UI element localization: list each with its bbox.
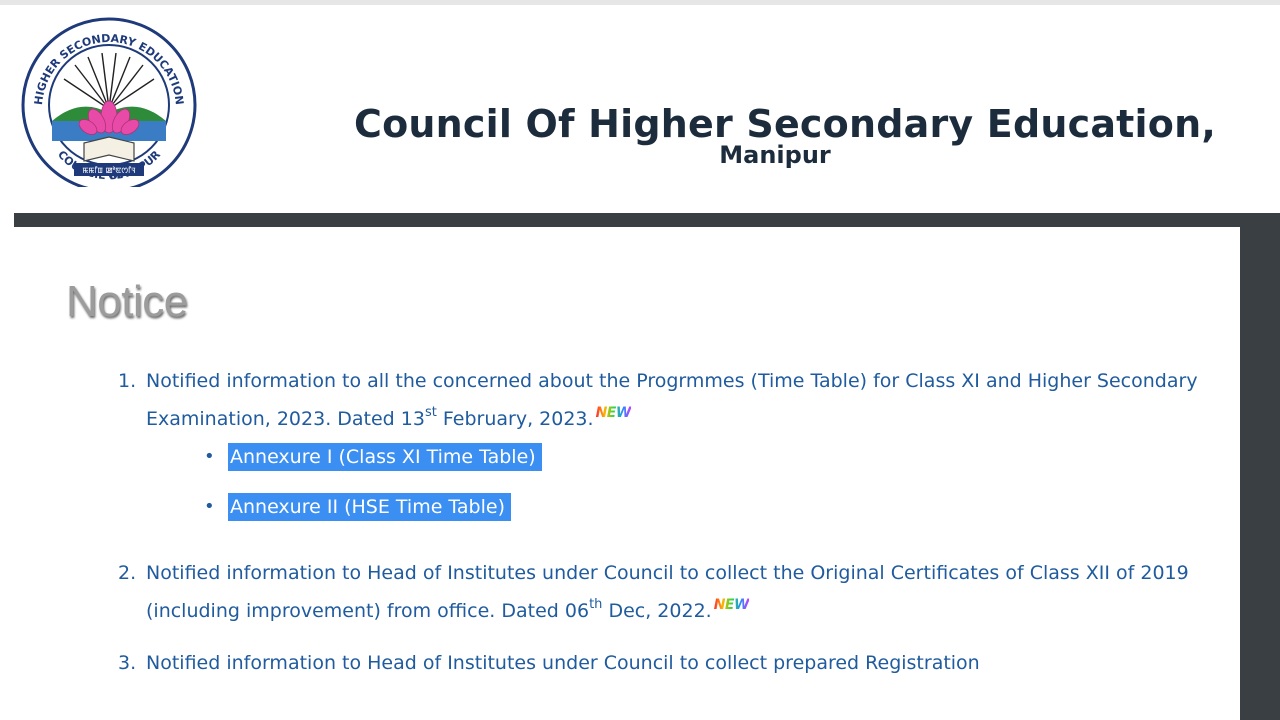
list-spacer bbox=[118, 632, 1198, 644]
notice-panel: Notice 1. Notified information to all th… bbox=[14, 227, 1240, 720]
notice-heading: Notice bbox=[66, 277, 188, 326]
site-title: Council Of Higher Secondary Education, bbox=[354, 102, 1216, 146]
notice-item-1: 1. Notified information to all the conce… bbox=[118, 362, 1198, 554]
item-number: 1. bbox=[118, 370, 137, 392]
date-suffix: th bbox=[589, 596, 603, 612]
council-logo[interactable]: HIGHER SECONDARY EDUCATION COUNCIL OF MA… bbox=[20, 17, 198, 187]
notice-item-2: 2. Notified information to Head of Insti… bbox=[118, 554, 1198, 632]
new-badge-icon: NEW bbox=[713, 597, 750, 613]
annexure-1-link[interactable]: Annexure I (Class XI Time Table) bbox=[228, 443, 542, 471]
header-divider-bar bbox=[14, 213, 1280, 227]
annexure-item: Annexure II (HSE Time Table) bbox=[204, 490, 1198, 524]
new-badge-icon: NEW bbox=[595, 405, 632, 421]
annexure-item: Annexure I (Class XI Time Table) bbox=[204, 440, 1198, 474]
logo-banner-text: ꯃꯃꯤꯡ ꯀꯣꯟꯁꯤꯜ bbox=[82, 166, 136, 175]
notice-list: 1. Notified information to all the conce… bbox=[118, 362, 1198, 682]
notice-link-timetable[interactable]: Notified information to all the concerne… bbox=[146, 370, 1198, 430]
item-number: 3. bbox=[118, 652, 137, 674]
site-header: HIGHER SECONDARY EDUCATION COUNCIL OF MA… bbox=[0, 5, 1280, 213]
notice-item-3: 3. Notified information to Head of Insti… bbox=[118, 644, 1198, 682]
notice-link-registration[interactable]: Notified information to Head of Institut… bbox=[146, 652, 980, 674]
date-suffix: st bbox=[424, 404, 437, 420]
annexure-2-link[interactable]: Annexure II (HSE Time Table) bbox=[228, 493, 511, 521]
annexure-list: Annexure I (Class XI Time Table) Annexur… bbox=[146, 440, 1198, 554]
content-frame-right bbox=[1240, 227, 1280, 720]
notice-link-certificates[interactable]: Notified information to Head of Institut… bbox=[146, 562, 1189, 622]
item-number: 2. bbox=[118, 562, 137, 584]
title-block: Council Of Higher Secondary Education, M… bbox=[290, 102, 1280, 168]
